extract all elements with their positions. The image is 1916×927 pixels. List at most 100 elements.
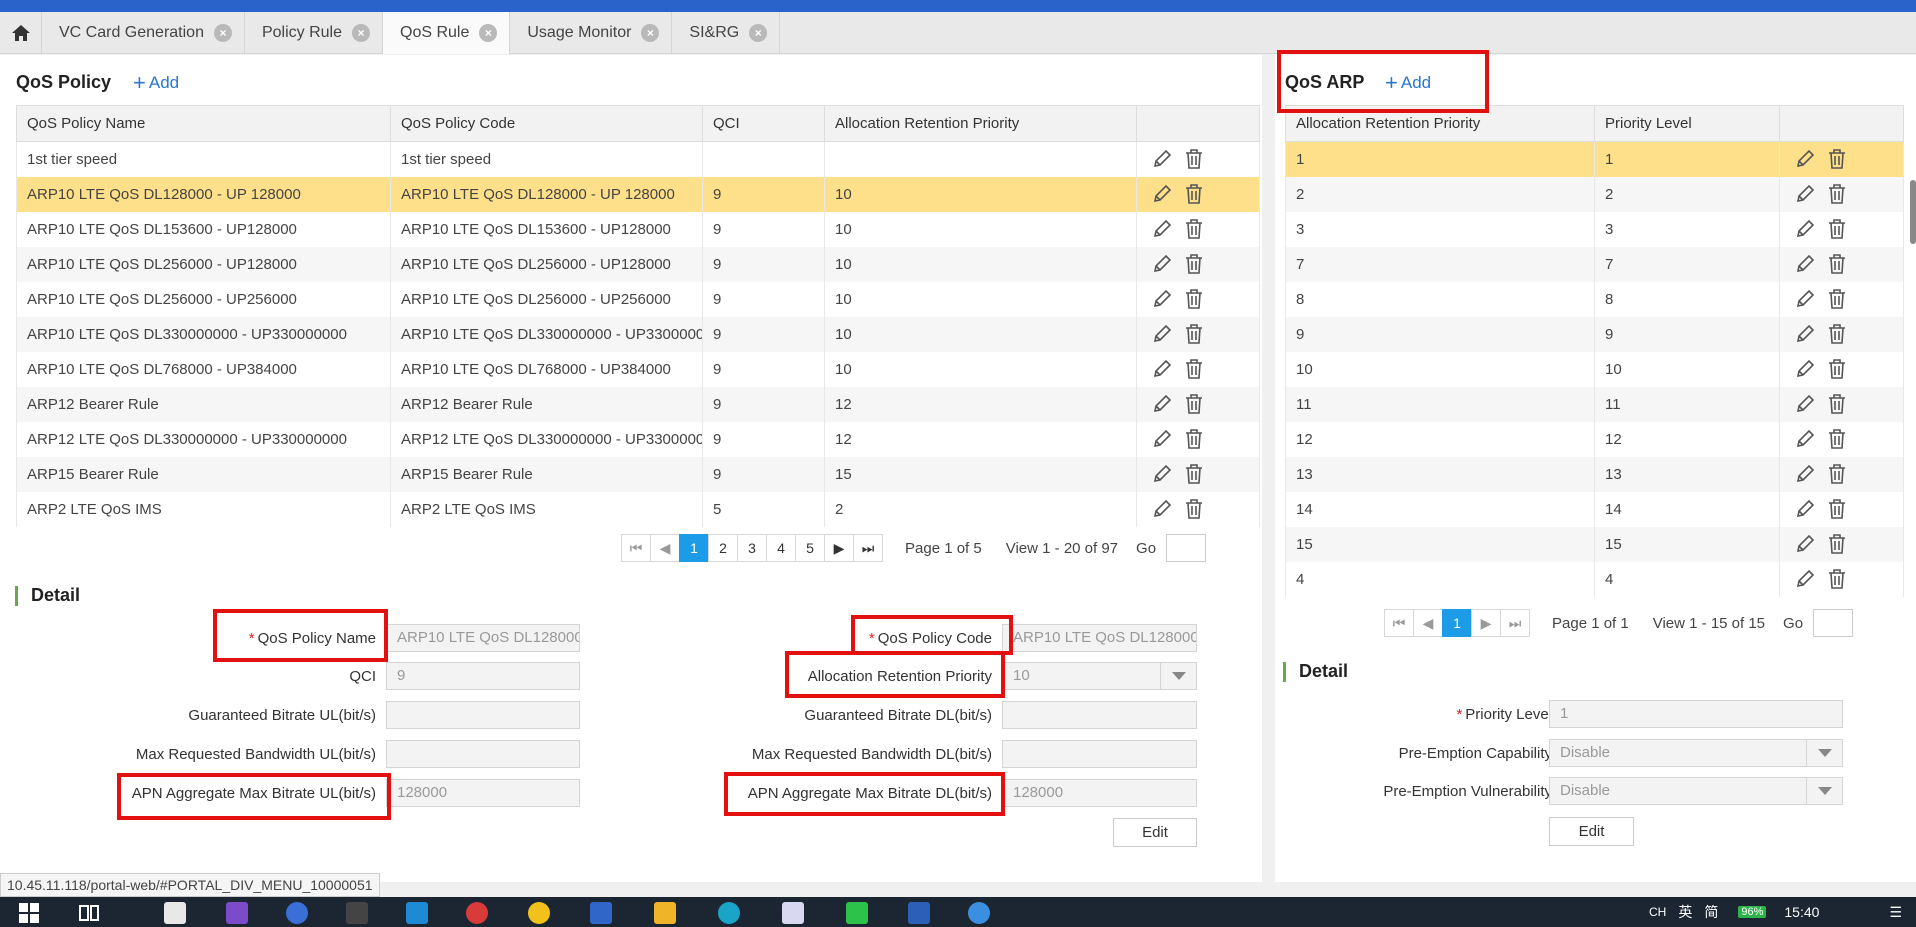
table-row[interactable]: ARP10 LTE QoS DL153600 - UP128000 ARP10 L… [16,211,1260,247]
edit-pencil-icon[interactable] [1151,218,1173,240]
obsidian-icon[interactable] [226,902,248,924]
first-page-button[interactable]: ⏮ [621,534,651,562]
delete-trash-icon[interactable] [1826,148,1848,170]
column-header[interactable]: QoS Policy Code [390,105,703,142]
table-row[interactable]: ARP2 LTE QoS IMS ARP2 LTE QoS IMS 5 2 [16,491,1260,527]
word-icon[interactable] [908,902,930,924]
pre-emption-vulnerability-select[interactable]: Disable [1549,777,1843,805]
edit-pencil-icon[interactable] [1794,253,1816,275]
clock-app-icon[interactable] [286,902,308,924]
qos-policy-name-field[interactable]: ARP10 LTE QoS DL128000 - UP 128000 [386,624,580,652]
edit-pencil-icon[interactable] [1151,428,1173,450]
table-row[interactable]: 14 14 [1285,491,1904,527]
goland-icon[interactable] [590,902,612,924]
table-row[interactable]: 88 [1285,281,1904,317]
wechat-icon[interactable] [846,902,868,924]
last-page-button[interactable]: ⏭ [853,534,883,562]
column-header[interactable]: Priority Level [1594,105,1780,142]
delete-trash-icon[interactable] [1826,218,1848,240]
paint-app-icon[interactable] [782,902,804,924]
qos-policy-edit-button[interactable]: Edit [1113,818,1197,847]
delete-trash-icon[interactable] [1183,323,1205,345]
table-row[interactable]: 33 [1285,211,1904,247]
edit-pencil-icon[interactable] [1794,183,1816,205]
priority-level-field[interactable]: 1 [1549,700,1843,728]
windows-start-icon[interactable] [18,902,40,924]
table-row[interactable]: 22 [1285,176,1904,212]
qos-policy-code-field[interactable]: ARP10 LTE QoS DL128000 - UP 128000 [1002,624,1197,652]
edit-pencil-icon[interactable] [1794,288,1816,310]
delete-trash-icon[interactable] [1183,148,1205,170]
page-button[interactable]: 1 [1442,609,1472,637]
table-row[interactable]: ARP12 LTE QoS DL330000000 - UP330000000 A… [16,421,1260,457]
tab-vc-card-generation[interactable]: VC Card Generation × [42,12,245,54]
page-button[interactable]: 4 [766,534,796,562]
mbr-dl-field[interactable] [1002,740,1197,768]
column-header[interactable]: QCI [702,105,825,142]
edit-pencil-icon[interactable] [1794,393,1816,415]
delete-trash-icon[interactable] [1183,218,1205,240]
vscode-icon[interactable] [406,902,428,924]
table-row[interactable]: ARP10 LTE QoS DL256000 - UP128000 ARP10 L… [16,246,1260,282]
table-row[interactable]: 99 [1285,316,1904,352]
delete-trash-icon[interactable] [1183,253,1205,275]
table-row[interactable]: 1st tier speed 1st tier speed [16,141,1260,177]
text-app-icon[interactable] [164,902,186,924]
notification-icon[interactable]: ☰ [1889,904,1902,921]
apn-ul-field[interactable]: 128000 [386,779,580,807]
delete-trash-icon[interactable] [1183,183,1205,205]
scrollbar-thumb[interactable] [1910,180,1916,244]
chrome-icon[interactable] [528,902,550,924]
page-button[interactable]: 2 [708,534,738,562]
close-icon[interactable]: × [352,24,370,42]
mbr-ul-field[interactable] [386,740,580,768]
edit-pencil-icon[interactable] [1794,463,1816,485]
ime-language[interactable]: CH [1649,905,1666,919]
delete-trash-icon[interactable] [1826,498,1848,520]
prev-page-button[interactable]: ◀ [650,534,680,562]
close-icon[interactable]: × [479,24,498,42]
table-row[interactable]: 11 11 [1285,386,1904,422]
table-row[interactable]: 44 [1285,561,1904,597]
edit-pencil-icon[interactable] [1151,463,1173,485]
next-page-button[interactable]: ▶ [824,534,854,562]
go-page-input[interactable] [1166,534,1207,562]
delete-trash-icon[interactable] [1826,568,1848,590]
table-row[interactable]: 77 [1285,246,1904,282]
edit-pencil-icon[interactable] [1151,498,1173,520]
edge-icon[interactable] [718,902,740,924]
qos-policy-add-button[interactable]: + Add [133,70,179,96]
qci-field[interactable]: 9 [386,662,580,690]
edit-pencil-icon[interactable] [1151,148,1173,170]
first-page-button[interactable]: ⏮ [1384,609,1414,637]
delete-trash-icon[interactable] [1826,253,1848,275]
delete-trash-icon[interactable] [1826,288,1848,310]
gbr-ul-field[interactable] [386,701,580,729]
edit-pencil-icon[interactable] [1794,568,1816,590]
delete-trash-icon[interactable] [1183,463,1205,485]
table-row[interactable]: 13 13 [1285,456,1904,492]
edit-pencil-icon[interactable] [1794,358,1816,380]
edit-pencil-icon[interactable] [1151,183,1173,205]
edit-pencil-icon[interactable] [1794,428,1816,450]
delete-trash-icon[interactable] [1826,428,1848,450]
chevron-down-icon[interactable] [1806,778,1842,804]
arp-select[interactable]: 10 [1002,662,1197,690]
delete-trash-icon[interactable] [1826,358,1848,380]
edit-pencil-icon[interactable] [1151,253,1173,275]
ime-mode[interactable]: 英 [1678,902,1692,922]
home-tab[interactable] [0,12,42,54]
close-icon[interactable]: × [213,24,232,42]
go-page-input[interactable] [1813,609,1854,637]
table-row[interactable]: ARP10 LTE QoS DL330000000 - UP330000000 A… [16,316,1260,352]
delete-trash-icon[interactable] [1183,288,1205,310]
apn-dl-field[interactable]: 128000 [1002,779,1197,807]
close-icon[interactable]: × [749,24,768,42]
edit-pencil-icon[interactable] [1794,533,1816,555]
tab-policy-rule[interactable]: Policy Rule × [245,12,383,54]
edit-pencil-icon[interactable] [1794,323,1816,345]
table-row[interactable]: 12 12 [1285,421,1904,457]
column-header[interactable]: Allocation Retention Priority [824,105,1137,142]
terminal-icon[interactable] [346,902,368,924]
tab-si-rg[interactable]: SI&RG × [672,12,781,54]
